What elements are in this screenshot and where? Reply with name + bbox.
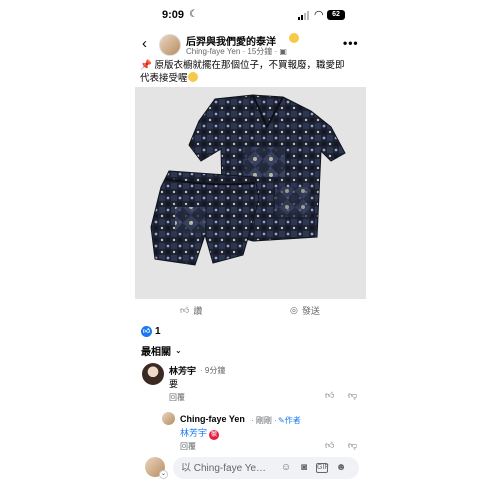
- send-button[interactable]: ◎ 發送: [290, 304, 320, 317]
- mention-link[interactable]: 林芳宇徽: [180, 426, 220, 440]
- author-avatar[interactable]: [162, 412, 175, 425]
- author-line: Ching-faye Yen · 15分鐘 · ▣: [186, 47, 287, 56]
- like-reaction-icon: 👍︎: [141, 325, 152, 337]
- moon-icon: ☾: [189, 9, 198, 20]
- reaction-count: 1: [155, 325, 161, 337]
- post-text-line1: 原版衣櫥就擺在那個位子，不買報廢，職愛即: [154, 60, 345, 71]
- pin-icon: 📌: [140, 60, 155, 71]
- reaction-summary[interactable]: 👍︎ 1: [141, 324, 161, 338]
- comment-input[interactable]: [181, 461, 273, 475]
- pajama-set-illustration: [150, 94, 346, 266]
- thumbs-up-icon[interactable]: 👍︎: [325, 440, 334, 451]
- status-bar: 9:09 ☾ ◠ 62: [134, 0, 366, 30]
- emoji-icon[interactable]: ☻: [335, 462, 347, 474]
- comment-text: 要: [169, 379, 179, 389]
- messenger-icon: ◎: [290, 305, 298, 315]
- reply-author-name[interactable]: Ching-faye Yen: [180, 414, 245, 424]
- more-icon[interactable]: •••: [343, 36, 359, 50]
- send-label: 發送: [301, 306, 320, 316]
- commenter-avatar[interactable]: [142, 363, 164, 385]
- thumbs-down-icon[interactable]: 👎︎: [348, 390, 357, 401]
- chevron-left-icon[interactable]: ‹: [142, 36, 147, 51]
- post-time: 15分鐘: [247, 47, 273, 56]
- like-label: 讚: [193, 306, 203, 316]
- post-text-line2: 代表接受喔: [140, 73, 188, 84]
- phone-screen: 9:09 ☾ ◠ 62 ‹ 后羿與我們愛的泰洋 Ching-faye Yen ·…: [134, 0, 366, 500]
- camera-icon[interactable]: ◙: [298, 462, 310, 474]
- sort-label: 最相關: [141, 347, 171, 358]
- author-name[interactable]: Ching-faye Yen: [186, 47, 240, 56]
- reply-button[interactable]: 回覆: [180, 441, 196, 452]
- chevron-down-icon[interactable]: ⌄: [159, 470, 168, 479]
- comment-time: · 9分鐘: [200, 366, 226, 375]
- sticker-icon[interactable]: ☺: [280, 462, 292, 474]
- group-avatar[interactable]: [159, 34, 181, 56]
- status-time: 9:09: [162, 9, 185, 21]
- thumbs-up-icon: 👍︎: [180, 305, 190, 315]
- wifi-icon: ◠: [314, 9, 324, 21]
- post-header: ‹ 后羿與我們愛的泰洋 Ching-faye Yen · 15分鐘 · ▣ ••…: [134, 30, 366, 60]
- post-actions: 👍︎ 讚 ◎ 發送: [134, 300, 366, 322]
- commenter-name[interactable]: 林芳宇: [169, 364, 196, 377]
- reply-button[interactable]: 回覆: [169, 392, 185, 403]
- author-badge: ✎作者: [278, 416, 301, 425]
- badge-icon: 徽: [209, 430, 220, 440]
- group-privacy-icon: ▣: [279, 47, 287, 56]
- thumbs-up-icon[interactable]: 👍︎: [325, 390, 334, 401]
- smile-emoji-icon: [289, 33, 299, 43]
- battery-icon: 62: [327, 10, 345, 20]
- post-text: 📌 原版衣櫥就擺在那個位子，不買報廢，職愛即 代表接受喔: [140, 59, 362, 85]
- gif-icon[interactable]: GIF: [316, 463, 329, 473]
- signal-icon: [298, 11, 309, 20]
- post-photo[interactable]: [135, 87, 366, 299]
- reply-time: · 剛剛 ·: [251, 416, 277, 425]
- comment-sort[interactable]: 最相關 ⌄: [141, 343, 182, 358]
- wink-emoji-icon: [187, 72, 198, 82]
- comment-composer: ☺ ◙ GIF ☻: [173, 457, 359, 479]
- chevron-down-icon: ⌄: [175, 346, 182, 355]
- like-button[interactable]: 👍︎ 讚: [180, 304, 202, 317]
- thumbs-down-icon[interactable]: 👎︎: [348, 440, 357, 451]
